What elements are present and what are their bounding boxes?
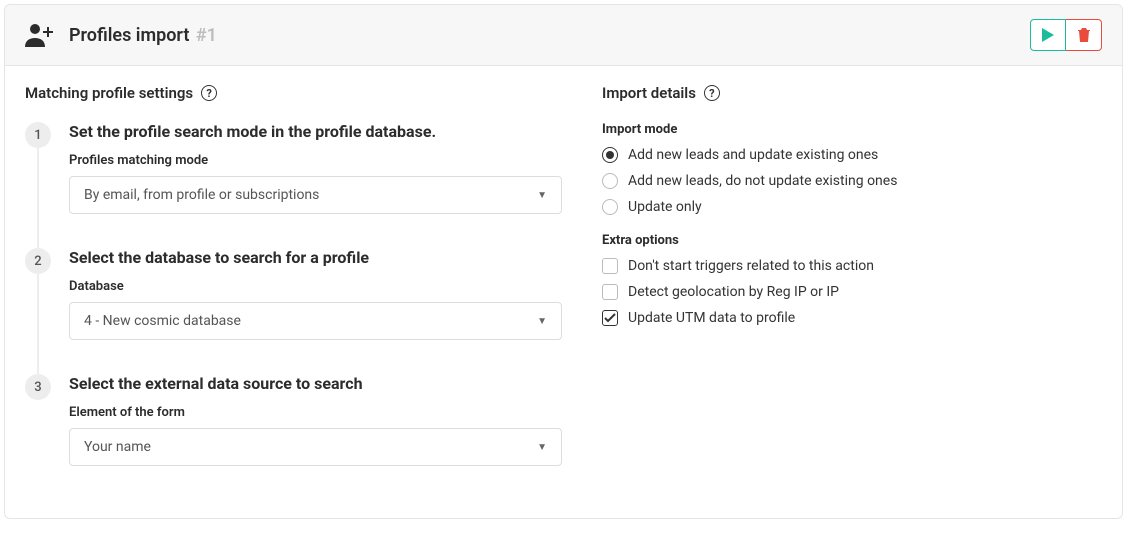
step-heading: Select the external data source to searc… <box>69 374 562 393</box>
field-label: Database <box>69 279 562 294</box>
help-icon[interactable]: ? <box>704 85 720 101</box>
step-content: Select the database to search for a prof… <box>69 248 562 340</box>
step-3: 3 Select the external data source to sea… <box>25 374 562 466</box>
option-label: Add new leads, do not update existing on… <box>628 173 897 189</box>
option-label: Detect geolocation by Reg IP or IP <box>628 284 839 300</box>
select-value: 4 - New cosmic database <box>84 313 241 329</box>
delete-button[interactable] <box>1066 19 1102 51</box>
section-title-text: Matching profile settings <box>25 84 193 102</box>
extra-options-group: Don't start triggers related to this act… <box>602 258 1102 326</box>
help-icon[interactable]: ? <box>201 85 217 101</box>
radio-icon <box>602 199 618 215</box>
extra-option[interactable]: Update UTM data to profile <box>602 310 1102 326</box>
steps-list: 1 Set the profile search mode in the pro… <box>25 122 562 466</box>
step-2: 2 Select the database to search for a pr… <box>25 248 562 340</box>
section-title-text: Import details <box>602 84 696 102</box>
field-label: Profiles matching mode <box>69 153 562 168</box>
checkbox-icon <box>602 284 618 300</box>
import-mode-group: Add new leads and update existing ones A… <box>602 147 1102 215</box>
field-label: Element of the form <box>69 405 562 420</box>
title-number: #1 <box>196 25 217 46</box>
step-content: Set the profile search mode in the profi… <box>69 122 562 214</box>
left-column: Matching profile settings ? 1 Set the pr… <box>25 84 562 500</box>
import-details-title: Import details ? <box>602 84 1102 102</box>
option-label: Update only <box>628 199 702 215</box>
step-number: 2 <box>25 248 51 274</box>
radio-icon <box>602 173 618 189</box>
header-actions <box>1030 19 1102 51</box>
right-column: Import details ? Import mode Add new lea… <box>602 84 1102 500</box>
extra-option[interactable]: Don't start triggers related to this act… <box>602 258 1102 274</box>
chevron-down-icon: ▼ <box>537 190 547 201</box>
card-header: Profiles import #1 <box>5 5 1122 66</box>
extra-option[interactable]: Detect geolocation by Reg IP or IP <box>602 284 1102 300</box>
chevron-down-icon: ▼ <box>537 316 547 327</box>
checkbox-icon <box>602 310 618 326</box>
checkbox-icon <box>602 258 618 274</box>
option-label: Don't start triggers related to this act… <box>628 258 874 274</box>
step-heading: Select the database to search for a prof… <box>69 248 562 267</box>
chevron-down-icon: ▼ <box>537 442 547 453</box>
step-1: 1 Set the profile search mode in the pro… <box>25 122 562 214</box>
profiles-import-card: Profiles import #1 Matching profile sett… <box>4 4 1123 519</box>
person-plus-icon <box>25 23 55 47</box>
option-label: Add new leads and update existing ones <box>628 147 878 163</box>
select-value: Your name <box>84 439 151 455</box>
matching-mode-select[interactable]: By email, from profile or subscriptions … <box>69 176 562 214</box>
database-select[interactable]: 4 - New cosmic database ▼ <box>69 302 562 340</box>
import-mode-label: Import mode <box>602 122 1102 137</box>
title-text: Profiles import <box>69 25 189 46</box>
radio-icon <box>602 147 618 163</box>
extra-options-label: Extra options <box>602 233 1102 248</box>
trash-icon <box>1077 28 1091 42</box>
option-label: Update UTM data to profile <box>628 310 795 326</box>
step-number: 1 <box>25 122 51 148</box>
form-element-select[interactable]: Your name ▼ <box>69 428 562 466</box>
step-connector <box>37 274 39 374</box>
import-mode-option[interactable]: Add new leads and update existing ones <box>602 147 1102 163</box>
play-icon <box>1042 28 1054 42</box>
page-title: Profiles import #1 <box>69 25 217 46</box>
card-body: Matching profile settings ? 1 Set the pr… <box>5 66 1122 518</box>
select-value: By email, from profile or subscriptions <box>84 187 319 203</box>
step-number: 3 <box>25 374 51 400</box>
step-connector <box>37 148 39 248</box>
run-button[interactable] <box>1030 19 1066 51</box>
matching-settings-title: Matching profile settings ? <box>25 84 562 102</box>
step-content: Select the external data source to searc… <box>69 374 562 466</box>
header-left: Profiles import #1 <box>25 23 217 47</box>
import-mode-option[interactable]: Update only <box>602 199 1102 215</box>
step-heading: Set the profile search mode in the profi… <box>69 122 562 141</box>
import-mode-option[interactable]: Add new leads, do not update existing on… <box>602 173 1102 189</box>
